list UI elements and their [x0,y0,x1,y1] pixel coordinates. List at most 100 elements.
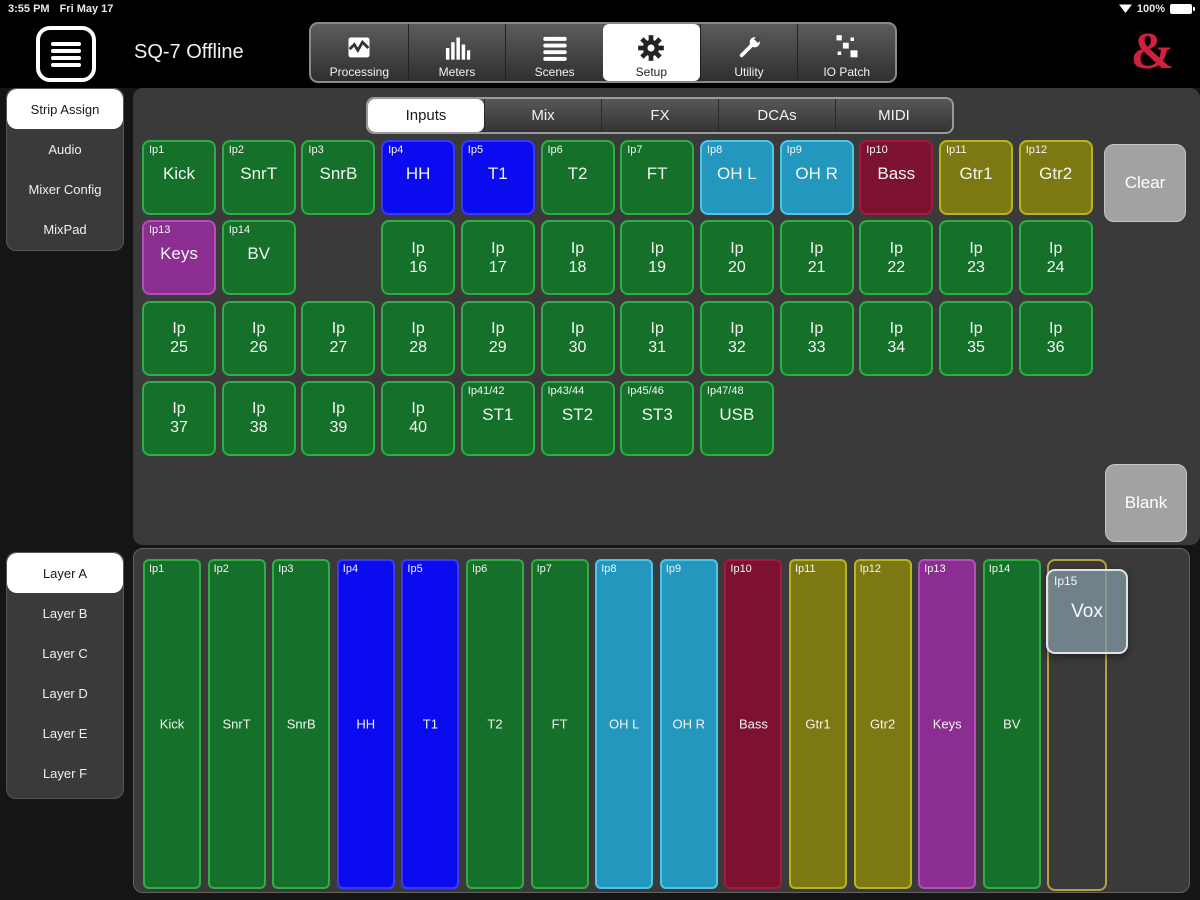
channel-id: Ip43/44 [547,384,585,397]
nav-tab-utility[interactable]: Utility [699,24,798,81]
fader-strip-ip11[interactable]: Ip11 Gtr1 [789,559,847,889]
channel-label: Ip [252,320,266,338]
layer-button-layer-a[interactable]: Layer A [7,553,123,593]
fader-strip-ip5[interactable]: Ip5 T1 [401,559,460,889]
channel-button-ip43-44[interactable]: Ip43/44 ST2 [540,380,615,456]
channel-button-ip31[interactable]: Ip 31 [620,300,695,376]
channel-label: Ip [889,239,903,257]
channel-button-ip9[interactable]: Ip9 OH R [779,140,854,215]
channel-button-ip23[interactable]: Ip 23 [939,220,1013,296]
sidebar-item-strip-assign[interactable]: Strip Assign [7,89,123,129]
layer-button-layer-f[interactable]: Layer F [7,753,123,793]
nav-tab-setup[interactable]: Setup [603,24,700,81]
channel-button-ip27[interactable]: Ip 27 [301,300,376,376]
clear-button[interactable]: Clear [1104,144,1186,222]
sidebar-item-mixpad[interactable]: MixPad [7,209,123,249]
channel-button-ip47-48[interactable]: Ip47/48 USB [699,380,774,456]
nav-tab-label: Meters [438,65,476,79]
fader-strip-ip7[interactable]: Ip7 FT [530,559,589,889]
sidebar-item-audio[interactable]: Audio [7,129,123,169]
channel-button-ip4[interactable]: Ip4 HH [381,140,456,215]
channel-button-ip40[interactable]: Ip 40 [381,380,456,456]
channel-button-ip13[interactable]: Ip13 Keys [142,220,216,296]
tab-inputs[interactable]: Inputs [368,99,484,132]
channel-button-ip3[interactable]: Ip3 SnrB [301,140,376,215]
channel-button-ip6[interactable]: Ip6 T2 [540,140,615,215]
channel-button-ip14[interactable]: Ip14 BV [221,220,296,296]
channel-button-ip35[interactable]: Ip 35 [939,300,1013,376]
channel-name: Gtr2 [1039,164,1073,183]
fader-strip-ip8[interactable]: Ip8 OH L [595,559,654,889]
fader-strip-ip9[interactable]: Ip9 OH R [659,559,718,889]
nav-tab-scenes[interactable]: Scenes [505,24,603,81]
channel-label: Ip [889,320,903,338]
channel-label: Ip [491,320,505,338]
channel-button-ip39[interactable]: Ip 39 [301,380,376,456]
channel-button-ip25[interactable]: Ip 25 [142,300,216,376]
channel-button-ip24[interactable]: Ip 24 [1018,220,1093,296]
sidebar-item-mixer-config[interactable]: Mixer Config [7,169,123,209]
tab-mix[interactable]: Mix [484,99,601,132]
channel-id: Ip12 [1025,144,1048,156]
nav-tab-io-patch[interactable]: IO Patch [797,24,895,81]
nav-tab-meters[interactable]: Meters [407,24,506,81]
channel-button-ip20[interactable]: Ip 20 [699,220,774,296]
channel-button-ip29[interactable]: Ip 29 [460,300,535,376]
fader-strip-ip10[interactable]: Ip10 Bass [724,559,783,889]
layer-button-layer-e[interactable]: Layer E [7,713,123,753]
channel-button-ip10[interactable]: Ip10 Bass [859,140,934,215]
channel-button-ip32[interactable]: Ip 32 [699,300,774,376]
channel-button-ip33[interactable]: Ip 33 [779,300,854,376]
channel-button-ip34[interactable]: Ip 34 [859,300,934,376]
layer-button-layer-b[interactable]: Layer B [7,593,123,633]
blank-button[interactable]: Blank [1105,464,1187,542]
tab-fx[interactable]: FX [601,99,718,132]
fader-strip-ip13[interactable]: Ip13 Keys [918,559,977,889]
channel-button-ip16[interactable]: Ip 16 [381,220,456,296]
strip-channel-id: Ip3 [278,563,294,575]
layer-button-layer-c[interactable]: Layer C [7,633,123,673]
channel-button-ip30[interactable]: Ip 30 [540,300,615,376]
channel-label: Ip [969,239,983,257]
fader-strip-ip12[interactable]: Ip12 Gtr2 [853,559,912,889]
menu-button[interactable] [36,26,96,82]
fader-strip-ip14[interactable]: Ip14 BV [982,559,1041,889]
channel-button-ip11[interactable]: Ip11 Gtr1 [939,140,1013,215]
fader-strip-ip1[interactable]: Ip1 Kick [143,559,201,889]
channel-button-ip22[interactable]: Ip 22 [859,220,934,296]
channel-button-ip45-46[interactable]: Ip45/46 ST3 [620,380,695,456]
channel-button-ip5[interactable]: Ip5 T1 [460,140,535,215]
channel-button-ip18[interactable]: Ip 18 [540,220,615,296]
channel-button-ip1[interactable]: Ip1 Kick [142,140,216,215]
channel-button-ip12[interactable]: Ip12 Gtr2 [1018,140,1093,215]
channel-button-ip26[interactable]: Ip 26 [221,300,296,376]
layer-button-layer-d[interactable]: Layer D [7,673,123,713]
channel-button-ip28[interactable]: Ip 28 [381,300,456,376]
channel-id: Ip7 [627,144,643,156]
channel-name: BV [247,244,271,264]
tab-dcas[interactable]: DCAs [718,99,835,132]
channel-button-ip2[interactable]: Ip2 SnrT [221,140,296,215]
channel-button-ip19[interactable]: Ip 19 [620,220,695,296]
fader-strip-ip2[interactable]: Ip2 SnrT [207,559,266,889]
tab-midi[interactable]: MIDI [835,99,952,132]
fader-strip-ip6[interactable]: Ip6 T2 [466,559,524,889]
channel-button-ip7[interactable]: Ip7 FT [620,140,695,215]
channel-button-ip41-42[interactable]: Ip41/42 ST1 [460,380,535,456]
fader-strip-ip4[interactable]: Ip4 HH [336,559,395,889]
channel-button-ip21[interactable]: Ip 21 [779,220,854,296]
status-time-date: 3:55 PM Fri May 17 [8,3,113,15]
channel-button-ip38[interactable]: Ip 38 [221,380,296,456]
fader-strip-ip3[interactable]: Ip3 SnrB [272,559,331,889]
channel-button-ip37[interactable]: Ip 37 [142,380,216,456]
strip-channel-id: Ip2 [213,563,229,575]
header-bar: SQ-7 Offline Processing Meters Scenes Setup… [0,17,1200,88]
nav-tab-processing[interactable]: Processing [311,24,408,81]
channel-button-ip8[interactable]: Ip8 OH L [699,140,774,215]
drag-ghost-tile[interactable]: Ip15 Vox [1046,569,1128,654]
channel-id: Ip9 [786,144,802,156]
channel-button-ip36[interactable]: Ip 36 [1018,300,1093,376]
channel-button-ip17[interactable]: Ip 17 [460,220,535,296]
channel-name: Keys [160,244,198,264]
status-indicators: 100% [1118,2,1195,16]
